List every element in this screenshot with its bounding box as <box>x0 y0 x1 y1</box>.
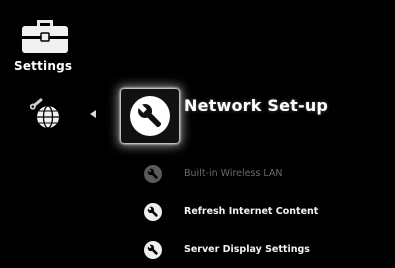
globe-network-icon[interactable] <box>24 97 68 133</box>
wrench-icon <box>144 165 162 183</box>
menu-item-label: Server Display Settings <box>184 244 310 255</box>
wrench-icon <box>144 203 162 221</box>
menu-item-label: Built-in Wireless LAN <box>184 168 283 179</box>
arrow-left-icon <box>90 110 96 118</box>
selected-item-tile[interactable] <box>121 89 179 143</box>
wrench-icon <box>144 241 162 259</box>
xmb-screen: Settings Network Set-up Built-in Wireles… <box>0 0 395 268</box>
menu-item-label: Refresh Internet Content <box>184 206 319 217</box>
wrench-icon <box>130 96 170 136</box>
toolbox-icon[interactable] <box>20 12 70 56</box>
category-label: Settings <box>14 59 73 73</box>
selected-item-title: Network Set-up <box>184 96 329 115</box>
